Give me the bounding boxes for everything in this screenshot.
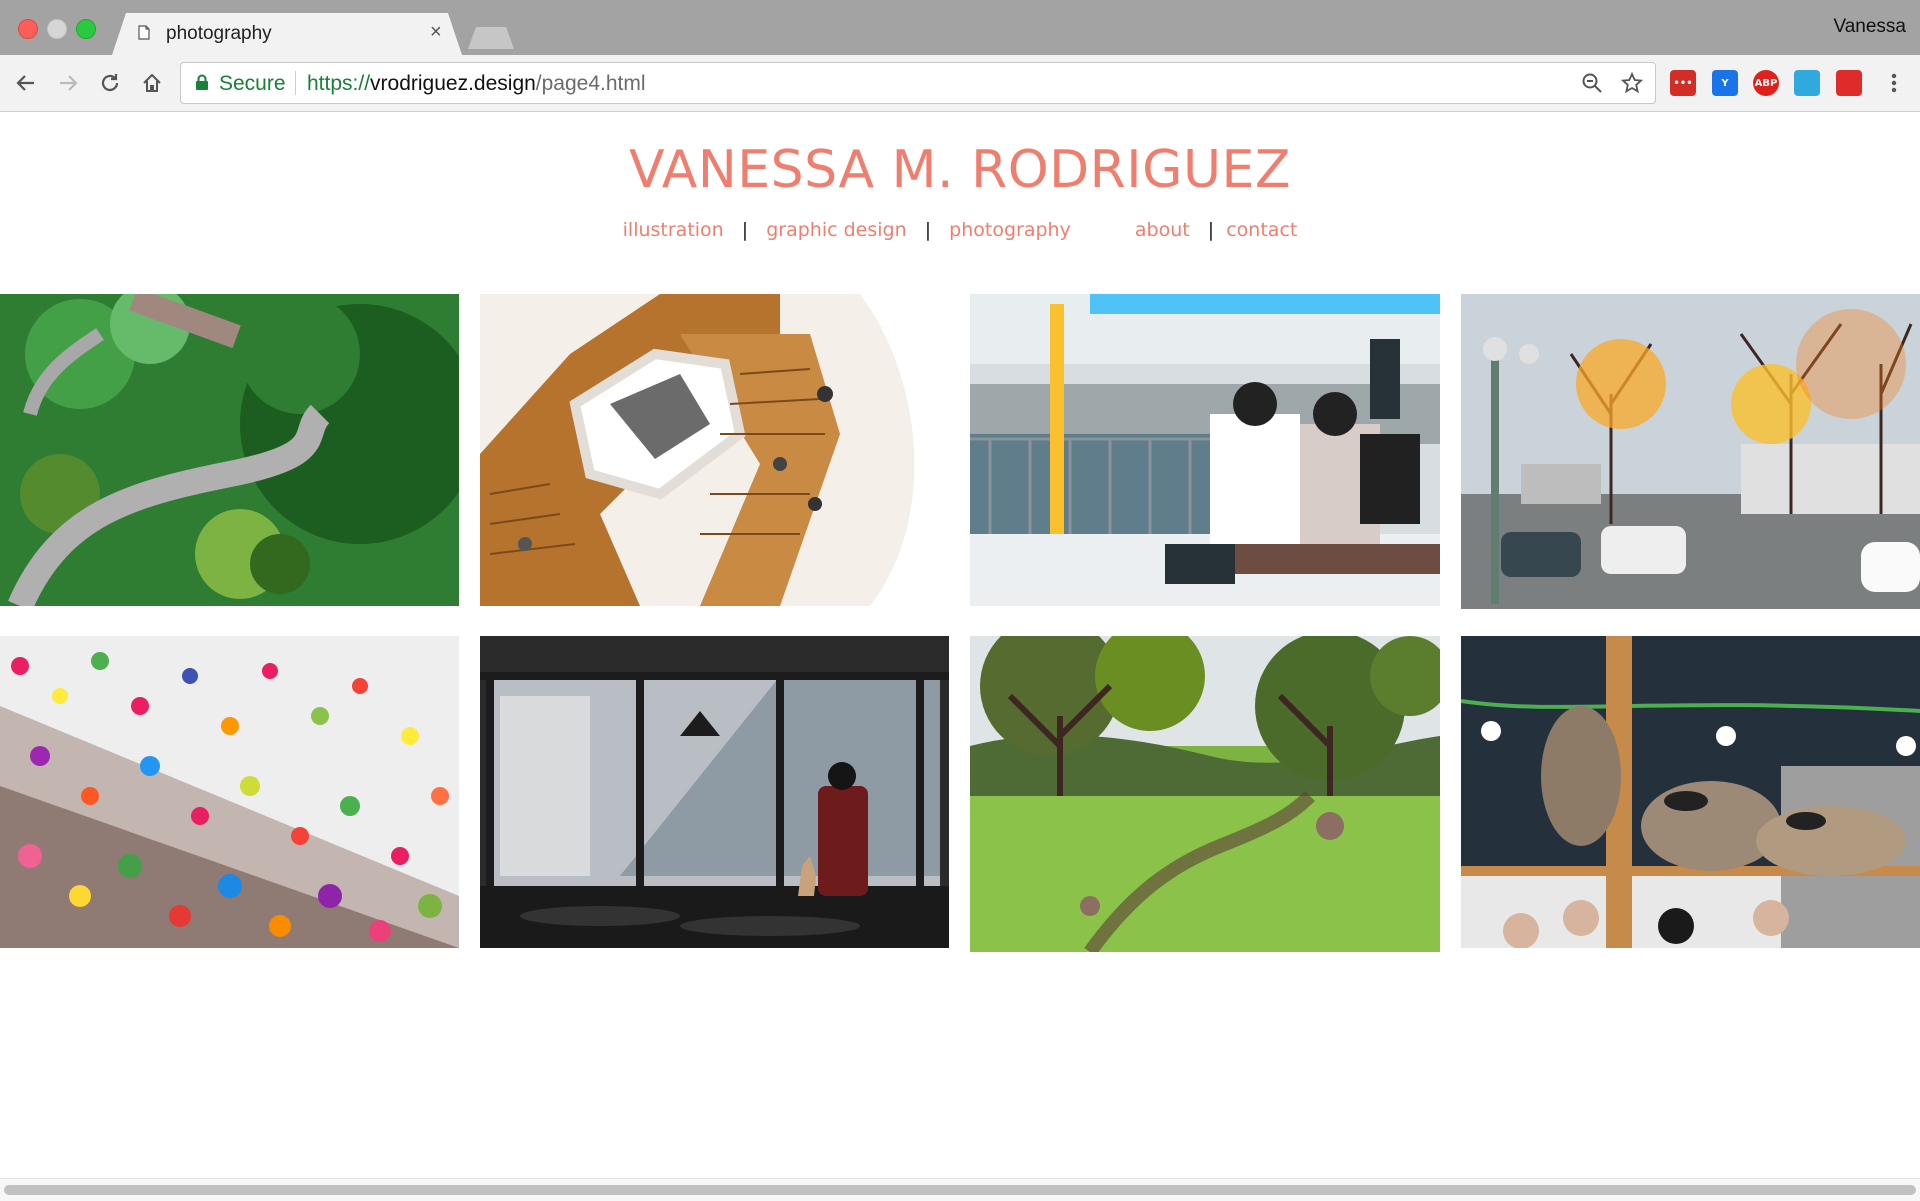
tab-photography[interactable]: photography × [112,13,462,55]
minimize-window-button[interactable] [47,19,67,39]
nav-separator: | [924,219,932,241]
forward-button[interactable] [54,69,82,97]
site-title[interactable]: VANESSA M. RODRIGUEZ [0,140,1920,200]
photo-spiral-staircase-image [480,294,949,606]
secure-label: Secure [219,72,286,95]
home-icon [143,73,161,92]
nav-about[interactable]: about [1135,219,1190,241]
tab-strip: photography × Vanessa [0,0,1920,55]
arrow-left-icon [16,75,34,91]
url-text[interactable]: https://vrodriguez.design/page4.html [307,72,646,96]
photo-subway-platform-image [970,294,1440,606]
lastpass-extension-icon[interactable]: ••• [1670,70,1696,96]
nav-contact[interactable]: contact [1226,219,1297,241]
rocket-extension-icon[interactable] [1794,70,1820,96]
photo-raccoon-cafe-image [1461,636,1920,948]
address-separator [295,71,296,95]
photo-green-field[interactable] [970,636,1440,952]
scrollbar-thumb[interactable] [4,1185,1916,1195]
photo-hanging-flowers-image [0,636,459,948]
media-extension-icon[interactable] [1836,70,1862,96]
photo-garden-aerial-image [0,294,459,606]
bookmark-star-icon[interactable] [1621,72,1643,94]
nav-graphic-design[interactable]: graphic design [766,219,906,241]
maximize-window-button[interactable] [76,19,96,39]
photo-spiral-staircase[interactable] [480,294,949,606]
nav-illustration[interactable]: illustration [623,219,724,241]
close-tab-button[interactable]: × [430,21,442,44]
photo-cafe-window[interactable] [480,636,949,948]
document-icon [138,25,150,40]
nav-photography[interactable]: photography [949,219,1071,241]
address-bar[interactable]: Secure https://vrodriguez.design/page4.h… [180,62,1656,104]
horizontal-scrollbar[interactable] [0,1178,1920,1201]
site-nav: illustration | graphic design | photogra… [0,219,1920,241]
nav-separator: | [1207,219,1215,241]
url-scheme: https:// [307,72,371,95]
reload-button[interactable] [96,69,124,97]
url-path: /page4.html [535,72,646,95]
reload-icon [101,74,119,92]
url-host: vrodriguez.design [370,72,536,95]
photo-autumn-street[interactable] [1461,294,1920,609]
photo-cafe-window-image [480,636,949,948]
more-vertical-icon [1891,73,1897,93]
vimeo-extension-icon[interactable]: Y [1712,70,1738,96]
photo-autumn-street-image [1461,294,1920,609]
photo-subway-platform[interactable] [970,294,1440,606]
close-window-button[interactable] [18,19,38,39]
new-tab-button[interactable] [468,27,514,49]
nav-separator: | [741,219,749,241]
photo-raccoon-cafe[interactable] [1461,636,1920,948]
profile-name[interactable]: Vanessa [1833,16,1906,38]
tab-title: photography [166,23,272,44]
home-button[interactable] [138,69,166,97]
adblock-plus-extension-icon[interactable]: ABP [1753,70,1779,96]
browser-toolbar: Secure https://vrodriguez.design/page4.h… [0,55,1920,112]
photo-hanging-flowers[interactable] [0,636,459,948]
browser-menu-button[interactable] [1880,69,1908,97]
arrow-right-icon [60,75,78,91]
photo-green-field-image [970,636,1440,952]
back-button[interactable] [12,69,40,97]
lock-icon [196,74,208,90]
photo-garden-aerial[interactable] [0,294,459,606]
zoom-icon[interactable] [1581,72,1603,94]
